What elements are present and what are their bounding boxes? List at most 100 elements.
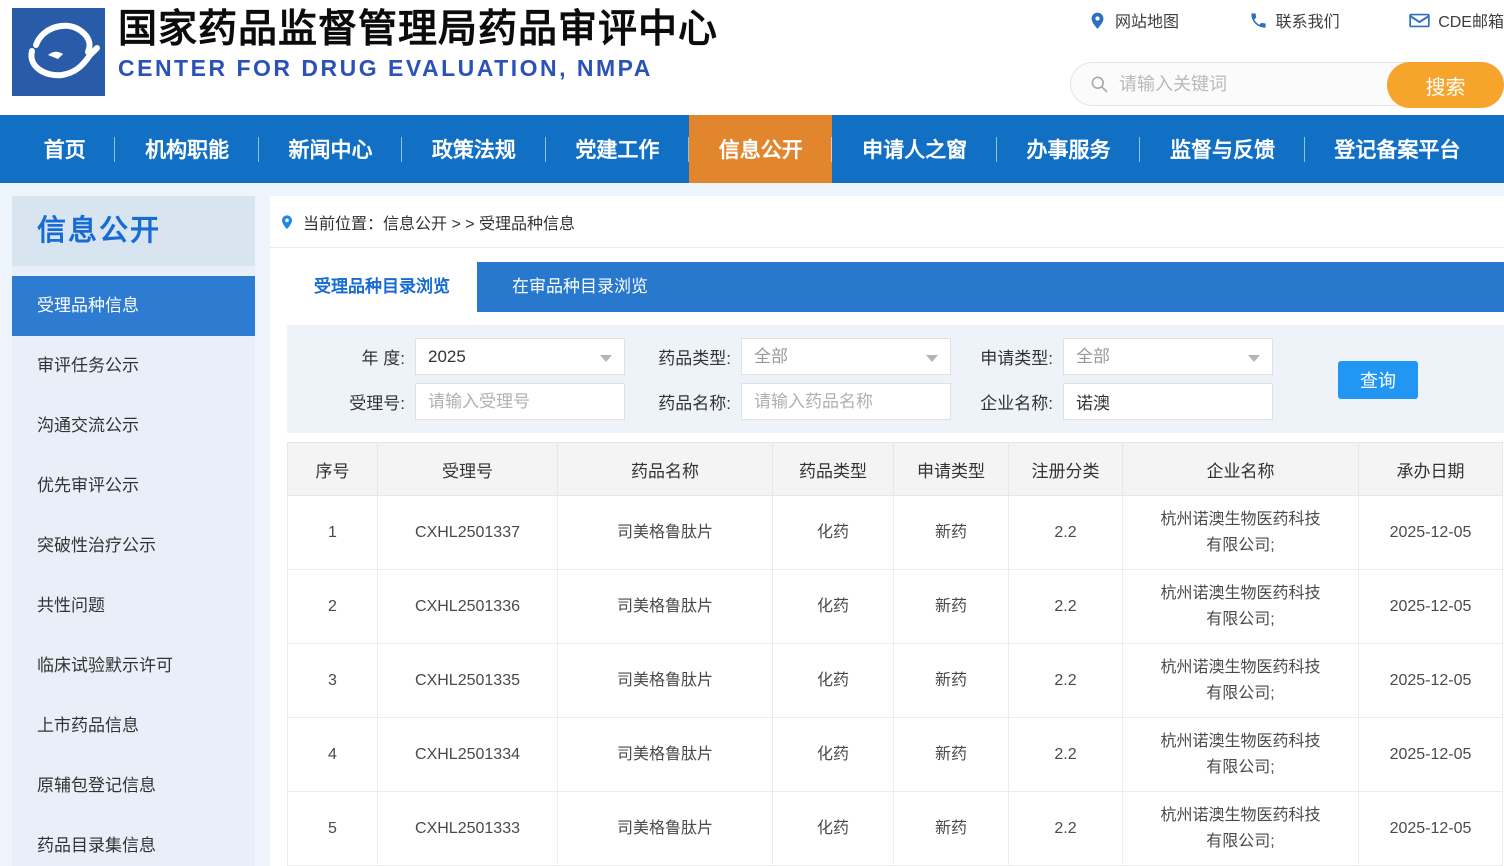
table-row: 2 CXHL2501336 司美格鲁肽片 化药 新药 2.2 杭州诺澳生物医药科… [287, 569, 1503, 644]
sitemap-link[interactable]: 网站地图 [1088, 8, 1179, 32]
cell-reg-class: 2.2 [1008, 569, 1123, 644]
sidebar-item[interactable]: 受理品种信息 [12, 276, 255, 336]
main-content: 当前位置：信息公开 > > 受理品种信息 受理品种目录浏览 在审品种目录浏览 年… [270, 196, 1504, 866]
search-button[interactable]: 搜索 [1387, 62, 1504, 108]
cell-reg-class: 2.2 [1008, 791, 1123, 866]
cell-date: 2025-12-05 [1358, 717, 1503, 792]
nav-item[interactable]: 申请人之窗 [832, 115, 998, 183]
nav-item[interactable]: 首页 [14, 115, 116, 183]
mail-link-label: CDE邮箱 [1438, 14, 1504, 31]
top-links: 网站地图 联系我们 CDE邮箱 [1088, 8, 1504, 32]
site-subtitle: CENTER FOR DRUG EVALUATION, NMPA [118, 54, 653, 81]
table-header-cell: 企业名称 [1122, 442, 1359, 496]
table-header-cell: 申请类型 [893, 442, 1009, 496]
cell-no: 2 [287, 569, 378, 644]
nav-item[interactable]: 登记备案平台 [1305, 115, 1490, 183]
sidebar-item[interactable]: 上市药品信息 [12, 696, 255, 756]
filter-panel: 年 度: 2025 药品类型: 全部 申请类型: 全部 受理号: 请输入受理号 … [287, 325, 1504, 433]
sidebar-list: 受理品种信息 审评任务公示 沟通交流公示 优先审评公示 突破性治疗公示 共性问题… [12, 276, 255, 866]
sidebar-item[interactable]: 审评任务公示 [12, 336, 255, 396]
company-input[interactable] [1063, 383, 1273, 420]
sidebar: 信息公开 受理品种信息 审评任务公示 沟通交流公示 优先审评公示 突破性治疗公示… [12, 196, 255, 866]
table-header-cell: 序号 [287, 442, 378, 496]
cell-company: 杭州诺澳生物医药科技有限公司; [1122, 495, 1359, 570]
cell-drug-type: 化药 [772, 791, 894, 866]
sidebar-item[interactable]: 优先审评公示 [12, 456, 255, 516]
nav-item[interactable]: 新闻中心 [259, 115, 403, 183]
sidebar-item[interactable]: 沟通交流公示 [12, 396, 255, 456]
cell-apply-type: 新药 [893, 495, 1009, 570]
nav-item[interactable]: 机构职能 [115, 115, 260, 183]
cell-drug-name: 司美格鲁肽片 [557, 643, 773, 718]
query-button[interactable]: 查询 [1338, 361, 1418, 399]
mail-icon [1409, 13, 1430, 27]
company-label: 企业名称: [980, 394, 1053, 413]
year-select[interactable]: 2025 [415, 338, 625, 375]
cell-apply-type: 新药 [893, 569, 1009, 644]
cell-no: 5 [287, 791, 378, 866]
table-row: 4 CXHL2501334 司美格鲁肽片 化药 新药 2.2 杭州诺澳生物医药科… [287, 717, 1503, 792]
sidebar-item[interactable]: 临床试验默示许可 [12, 636, 255, 696]
cell-acceptance-no: CXHL2501335 [377, 643, 558, 718]
cell-company: 杭州诺澳生物医药科技有限公司; [1122, 643, 1359, 718]
cell-drug-type: 化药 [772, 495, 894, 570]
year-select-value: 2025 [428, 347, 466, 366]
sidebar-item[interactable]: 原辅包登记信息 [12, 756, 255, 816]
site-header: 国家药品监督管理局药品审评中心 CENTER FOR DRUG EVALUATI… [0, 0, 1504, 115]
cell-reg-class: 2.2 [1008, 717, 1123, 792]
tab[interactable]: 在审品种目录浏览 [477, 262, 683, 312]
drug-name-input[interactable] [741, 383, 951, 420]
drug-type-select-value: 全部 [754, 347, 788, 366]
filter-row-1: 年 度: 2025 药品类型: 全部 申请类型: 全部 [287, 338, 1504, 375]
cell-company: 杭州诺澳生物医药科技有限公司; [1122, 569, 1359, 644]
sidebar-item[interactable]: 突破性治疗公示 [12, 516, 255, 576]
sidebar-title: 信息公开 [12, 196, 255, 266]
table-header-cell: 注册分类 [1008, 442, 1123, 496]
cell-drug-name: 司美格鲁肽片 [557, 495, 773, 570]
apply-type-label: 申请类型: [980, 349, 1053, 368]
table-row: 5 CXHL2501333 司美格鲁肽片 化药 新药 2.2 杭州诺澳生物医药科… [287, 791, 1503, 866]
tab[interactable]: 受理品种目录浏览 [287, 262, 477, 312]
sitemap-link-label: 网站地图 [1115, 14, 1180, 31]
sidebar-item[interactable]: 共性问题 [12, 576, 255, 636]
contact-link[interactable]: 联系我们 [1249, 8, 1340, 32]
cell-drug-type: 化药 [772, 643, 894, 718]
nav-item[interactable]: 党建工作 [546, 115, 690, 183]
drug-type-label: 药品类型: [658, 349, 731, 368]
results-table: 序号 受理号 药品名称 药品类型 申请类型 注册分类 企业名称 承办日期 1 C… [287, 442, 1503, 866]
acceptance-no-input[interactable] [415, 383, 625, 420]
drug-type-select[interactable]: 全部 [741, 338, 951, 375]
cell-date: 2025-12-05 [1358, 643, 1503, 718]
table-header-cell: 药品名称 [557, 442, 773, 496]
tab-bar: 受理品种目录浏览 在审品种目录浏览 [287, 262, 1504, 312]
table-header-row: 序号 受理号 药品名称 药品类型 申请类型 注册分类 企业名称 承办日期 [287, 442, 1503, 496]
mail-link[interactable]: CDE邮箱 [1409, 8, 1504, 32]
cde-logo[interactable] [12, 8, 105, 96]
cell-acceptance-no: CXHL2501334 [377, 717, 558, 792]
apply-type-select[interactable]: 全部 [1063, 338, 1273, 375]
main-nav: 首页 机构职能 新闻中心 政策法规 党建工作 信息公开 申请人之窗 办事服务 监… [0, 115, 1504, 183]
table-row: 1 CXHL2501337 司美格鲁肽片 化药 新药 2.2 杭州诺澳生物医药科… [287, 495, 1503, 570]
nav-item[interactable]: 政策法规 [402, 115, 547, 183]
table-row: 3 CXHL2501335 司美格鲁肽片 化药 新药 2.2 杭州诺澳生物医药科… [287, 643, 1503, 718]
header-search-box: 搜索 [1070, 62, 1504, 108]
cde-logo-icon [12, 8, 105, 96]
nav-item[interactable]: 信息公开 [689, 115, 833, 183]
cell-acceptance-no: CXHL2501336 [377, 569, 558, 644]
apply-type-select-value: 全部 [1076, 347, 1110, 366]
sidebar-item[interactable]: 药品目录集信息 [12, 816, 255, 866]
cell-acceptance-no: CXHL2501337 [377, 495, 558, 570]
filter-row-2: 受理号: 药品名称: 企业名称: [287, 383, 1504, 420]
page: 国家药品监督管理局药品审评中心 CENTER FOR DRUG EVALUATI… [0, 0, 1504, 866]
nav-item[interactable]: 监督与反馈 [1140, 115, 1306, 183]
chevron-down-icon [926, 355, 938, 362]
cell-apply-type: 新药 [893, 791, 1009, 866]
nav-item[interactable]: 办事服务 [997, 115, 1141, 183]
cell-drug-type: 化药 [772, 569, 894, 644]
chevron-down-icon [600, 355, 612, 362]
breadcrumb: 当前位置：信息公开 > > 受理品种信息 [270, 196, 1504, 248]
cell-company: 杭州诺澳生物医药科技有限公司; [1122, 791, 1359, 866]
location-pin-icon [282, 214, 292, 229]
cell-drug-name: 司美格鲁肽片 [557, 717, 773, 792]
year-label: 年 度: [361, 349, 405, 368]
